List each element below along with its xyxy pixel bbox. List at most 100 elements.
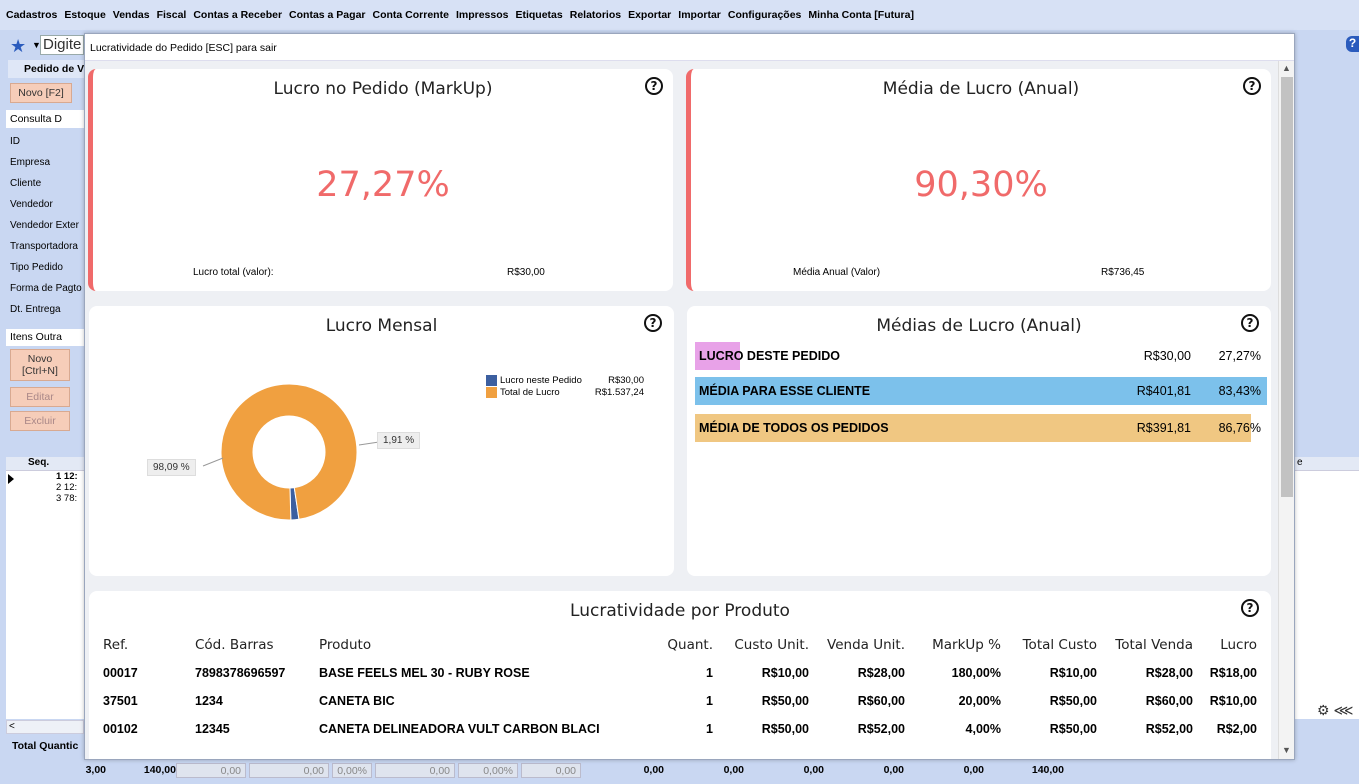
scroll-thumb[interactable] <box>1281 77 1293 497</box>
search-input[interactable]: Digite <box>40 35 84 55</box>
column-header: Cód. Barras <box>195 637 274 653</box>
average-amount: R$391,81 <box>1136 421 1191 435</box>
column-header: Quant. <box>667 637 713 653</box>
horizontal-scrollbar[interactable]: < <box>6 720 84 734</box>
annual-average-card: Média de Lucro (Anual) ? 90,30% Média An… <box>686 69 1271 291</box>
consulta-tabs[interactable]: Consulta D <box>6 110 84 128</box>
table-row[interactable]: 37501 1234 CANETA BIC 1 R$50,00 R$60,00 20,00%… <box>99 687 1261 715</box>
total-value: 0,00 <box>249 762 329 778</box>
new-item-button[interactable]: Novo [Ctrl+N] <box>10 349 70 381</box>
menu-item-4[interactable]: Contas a Receber <box>193 9 282 21</box>
table-cell: R$50,00 <box>1049 722 1097 736</box>
menu-item-0[interactable]: Cadastros <box>6 9 57 21</box>
table-cell: R$2,00 <box>1216 722 1257 736</box>
menu-item-2[interactable]: Vendas <box>113 9 150 21</box>
table-cell: R$50,00 <box>1049 694 1097 708</box>
table-cell: 1 <box>706 666 713 680</box>
annual-average-amount: R$736,45 <box>1101 267 1145 278</box>
modal-body: Lucro no Pedido (MarkUp) ? 27,27% Lucro … <box>85 61 1278 759</box>
menu-item-12[interactable]: Configurações <box>728 9 802 21</box>
scroll-up-icon[interactable]: ▲ <box>1282 63 1291 73</box>
tab-pedido[interactable]: Pedido de V <box>8 60 84 78</box>
average-amount: R$401,81 <box>1136 384 1191 398</box>
leader-line-1 <box>202 457 224 467</box>
legend-value: R$1.537,24 <box>594 386 644 398</box>
column-header: MarkUp % <box>932 637 1001 653</box>
field-label: Tipo Pedido <box>10 262 63 273</box>
new-order-button[interactable]: Novo [F2] <box>10 83 72 103</box>
table-cell: R$18,00 <box>1209 666 1257 680</box>
total-value: 0,00 <box>803 764 824 776</box>
help-icon[interactable]: ? <box>645 77 663 95</box>
legend-swatch <box>486 374 497 386</box>
field-label: Transportadora <box>10 241 78 252</box>
menu-item-13[interactable]: Minha Conta [Futura] <box>808 9 914 21</box>
field-label: Dt. Entrega <box>10 304 61 315</box>
help-icon[interactable]: ? <box>1346 36 1359 52</box>
averages-card-title: Médias de Lucro (Anual) <box>876 316 1082 336</box>
table-row[interactable]: 00102 12345 CANETA DELINEADORA VULT CARBON… <box>99 715 1261 743</box>
help-icon[interactable]: ? <box>1241 314 1259 332</box>
legend-entry: Lucro neste Pedido R$30,00 <box>486 374 644 386</box>
menu-bar: Cadastros Estoque Vendas Fiscal Contas a Rec… <box>0 0 1359 30</box>
delete-item-button[interactable]: Excluir <box>10 411 70 431</box>
markup-card: Lucro no Pedido (MarkUp) ? 27,27% Lucro … <box>88 69 673 291</box>
table-cell: R$50,00 <box>761 722 809 736</box>
average-label: MÉDIA PARA ESSE CLIENTE <box>699 384 871 398</box>
table-cell: 12345 <box>195 722 230 736</box>
table-cell: CANETA BIC <box>319 694 395 708</box>
menu-item-1[interactable]: Estoque <box>64 9 105 21</box>
menu-item-10[interactable]: Exportar <box>628 9 671 21</box>
table-row[interactable]: 1 12: <box>6 471 84 482</box>
menu-item-6[interactable]: Conta Corrente <box>373 9 449 21</box>
menu-item-9[interactable]: Relatorios <box>570 9 621 21</box>
total-value: 3,00 <box>85 764 106 776</box>
table-cell: R$52,00 <box>857 722 905 736</box>
menu-item-11[interactable]: Importar <box>678 9 721 21</box>
scroll-down-icon[interactable]: ▼ <box>1282 745 1291 755</box>
table-row[interactable]: 2 12: <box>6 482 84 493</box>
total-profit-amount: R$30,00 <box>507 267 545 278</box>
profitability-modal: Lucratividade do Pedido [ESC] para sair … <box>84 33 1295 760</box>
menu-item-7[interactable]: Impressos <box>456 9 509 21</box>
edit-item-button[interactable]: Editar <box>10 387 70 407</box>
table-cell: R$10,00 <box>1049 666 1097 680</box>
total-value: 0,00% <box>458 762 518 778</box>
settings-gear-icon[interactable]: ⚙ ⋘ <box>1317 702 1353 719</box>
field-label: Vendedor Exter <box>10 220 79 231</box>
menu-item-8[interactable]: Etiquetas <box>515 9 562 21</box>
vertical-scrollbar[interactable]: ▲ ▼ <box>1278 61 1294 759</box>
menu-item-5[interactable]: Contas a Pagar <box>289 9 365 21</box>
table-cell: 1234 <box>195 694 223 708</box>
table-cell: R$28,00 <box>1145 666 1193 680</box>
legend-label: Total de Lucro <box>500 386 560 398</box>
total-value: 0,00 <box>521 762 581 778</box>
total-quantity-label: Total Quantic <box>12 740 79 752</box>
help-icon[interactable]: ? <box>1243 77 1261 95</box>
favorites-star-icon[interactable]: ★ <box>10 36 26 57</box>
annual-average-label: Média Anual (Valor) <box>793 267 881 278</box>
products-table: Ref. Cód. Barras Produto Quant. Custo Unit. V… <box>99 631 1261 743</box>
grid-header-seq: Seq. <box>6 457 84 471</box>
annual-value: 90,30% <box>914 165 1048 205</box>
menu-item-3[interactable]: Fiscal <box>157 9 187 21</box>
items-tabs[interactable]: Itens Outra <box>6 329 84 346</box>
average-amount: R$30,00 <box>1143 349 1191 363</box>
help-icon[interactable]: ? <box>1241 599 1259 617</box>
table-cell: R$60,00 <box>857 694 905 708</box>
chart-legend: Lucro neste Pedido R$30,00 Total de Lucro R… <box>486 374 644 398</box>
table-cell: R$50,00 <box>761 694 809 708</box>
table-cell: 00102 <box>103 722 138 736</box>
total-value: 0,00 <box>643 764 664 776</box>
total-value: 0,00% <box>332 762 372 778</box>
average-row: MÉDIA DE TODOS OS PEDIDOS R$391,81 86,76% <box>695 414 1267 442</box>
table-row[interactable]: 3 78: <box>6 493 84 504</box>
right-grid: e <box>1295 457 1359 719</box>
total-value: 0,00 <box>723 764 744 776</box>
total-value: 0,00 <box>963 764 984 776</box>
table-row[interactable]: 00017 7898378696597 BASE FEELS MEL 30 - RU… <box>99 659 1261 687</box>
column-header: Lucro <box>1220 637 1257 653</box>
profit-averages-card: Médias de Lucro (Anual) ? LUCRO DESTE PE… <box>687 306 1271 576</box>
slice-label-large: 98,09 % <box>147 459 196 476</box>
average-label: LUCRO DESTE PEDIDO <box>699 349 840 363</box>
